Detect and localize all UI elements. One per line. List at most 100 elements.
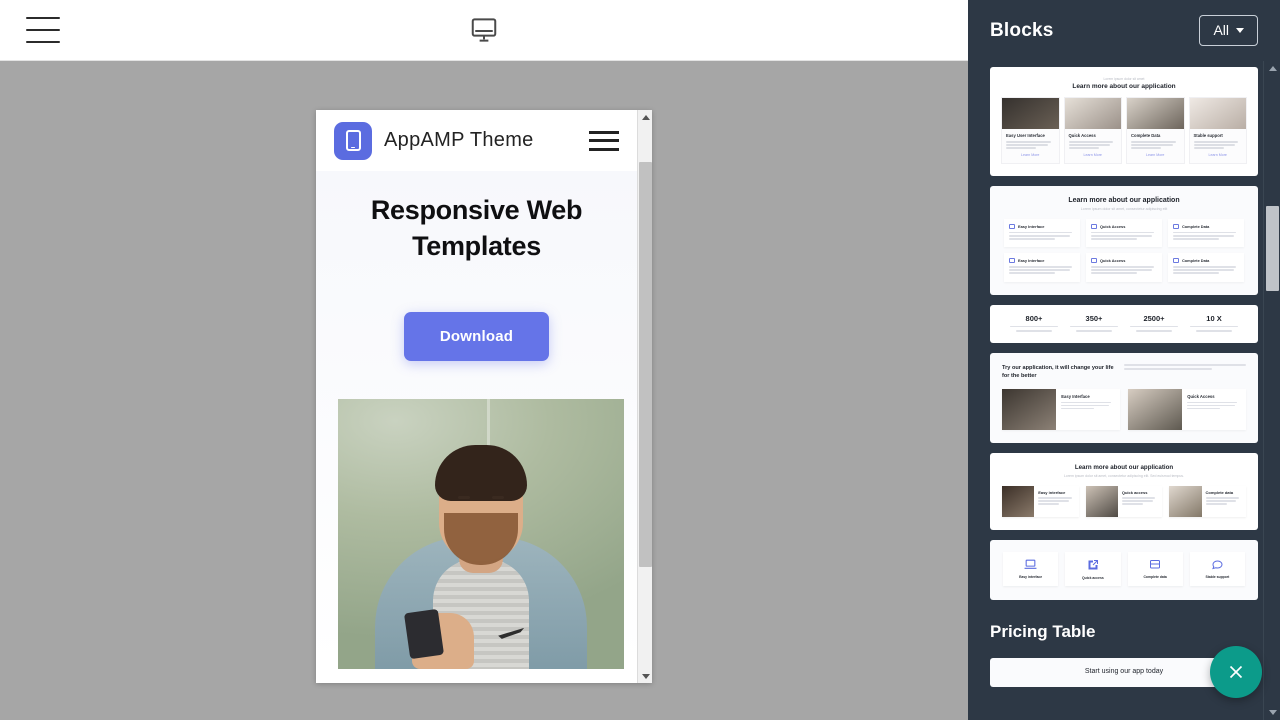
- counter-value: 800+: [1025, 313, 1043, 323]
- blocks-filter-label: All: [1213, 22, 1229, 38]
- external-link-icon: [1088, 559, 1098, 570]
- card-title: Stable support: [1205, 574, 1230, 579]
- card-title: Quick Access: [1187, 393, 1215, 399]
- preview-canvas: AppAMP Theme Responsive Web Templates Do…: [0, 61, 968, 720]
- external-link-icon: [1091, 258, 1097, 264]
- card-title: Quick access: [1082, 575, 1104, 580]
- blocks-panel: Blocks All Lorem ipsum dolor sit amet Le…: [968, 0, 1280, 720]
- block-card: Complete Data: [1168, 253, 1244, 282]
- block-card: Easy User Interface Learn More: [1002, 98, 1059, 163]
- block-subheading: Lorem ipsum dolor sit amet, consectetur …: [1080, 206, 1168, 211]
- device-preview-frame: AppAMP Theme Responsive Web Templates Do…: [316, 110, 652, 683]
- block-card: Easy Interface: [1002, 388, 1120, 430]
- chevron-down-icon[interactable]: [1264, 705, 1280, 720]
- block-card: Stable support: [1189, 551, 1245, 586]
- card-title: Easy Interface: [1061, 393, 1090, 399]
- preview-scrollbar[interactable]: [637, 110, 652, 683]
- close-panel-button[interactable]: [1210, 646, 1262, 698]
- card-title: Easy Interface: [1018, 258, 1045, 264]
- download-button[interactable]: Download: [403, 311, 550, 361]
- card-title: Quick access: [1121, 489, 1148, 495]
- blocks-section-label-pricing-table: Pricing Table: [990, 621, 1096, 641]
- counter-item: 2500+: [1124, 314, 1184, 334]
- card-title: Easy User Interface: [1006, 133, 1045, 138]
- block-card: Quick Access: [1128, 388, 1246, 430]
- card-title: Complete data: [1143, 574, 1167, 579]
- card-title: Quick Access: [1100, 223, 1126, 229]
- blocks-panel-header: Blocks All: [968, 0, 1280, 61]
- counter-item: 800+: [1004, 314, 1064, 334]
- card-title: Quick Access: [1068, 133, 1096, 138]
- card-title: Easy Interface: [1018, 223, 1045, 229]
- block-thumbnail-icon-tiles[interactable]: Easy interface Quick access Complete dat…: [990, 539, 1258, 600]
- blocks-panel-scrollbar-thumb[interactable]: [1266, 206, 1279, 291]
- block-heading: Learn more about our application: [1072, 83, 1176, 90]
- card-title: Easy interface: [1038, 489, 1066, 495]
- card-link: Learn More: [1083, 152, 1102, 157]
- counter-item: 350+: [1064, 314, 1124, 334]
- preview-scrollbar-thumb[interactable]: [639, 162, 652, 567]
- card-link: Learn More: [1208, 152, 1227, 157]
- card-title: Quick Access: [1100, 258, 1126, 264]
- blocks-filter-dropdown[interactable]: All: [1199, 15, 1258, 46]
- preview-hamburger-menu-icon[interactable]: [589, 130, 619, 151]
- counter-item: 10 X: [1184, 314, 1244, 334]
- hero-section: Responsive Web Templates Download: [316, 171, 637, 669]
- block-card: Complete Data: [1168, 218, 1244, 248]
- card-link: Learn More: [1146, 152, 1165, 157]
- caret-down-icon: [1236, 27, 1244, 33]
- preview-site-navbar: AppAMP Theme: [316, 110, 637, 171]
- block-card: Easy interface: [1003, 551, 1059, 586]
- block-card: Complete Data Learn More: [1127, 98, 1184, 163]
- hamburger-menu-icon[interactable]: [26, 17, 60, 43]
- block-thumbnail-features-image-cards[interactable]: Lorem ipsum dolor sit amet Learn more ab…: [990, 67, 1258, 176]
- block-card: Quick Access Learn More: [1064, 98, 1121, 163]
- block-card: Easy Interface: [1004, 253, 1080, 282]
- block-card: Quick Access: [1086, 218, 1162, 248]
- card-title: Complete Data: [1182, 258, 1210, 264]
- block-card: Quick access: [1065, 551, 1121, 586]
- block-eyebrow: Lorem ipsum dolor sit amet: [1103, 77, 1145, 81]
- blocks-list: Lorem ipsum dolor sit amet Learn more ab…: [990, 67, 1258, 687]
- brand-name: AppAMP Theme: [384, 129, 534, 151]
- blocks-panel-scrollbar[interactable]: [1263, 61, 1280, 720]
- block-thumbnail-try-our-application[interactable]: Try our application, it will change your…: [990, 353, 1258, 443]
- block-card: Stable support Learn More: [1189, 98, 1246, 163]
- block-thumbnail-counters[interactable]: 800+ 350+ 2500+ 10 X: [990, 304, 1258, 344]
- block-thumbnail-learn-more-three-cards[interactable]: Learn more about our application Lorem i…: [990, 452, 1258, 530]
- card-title: Easy interface: [1019, 574, 1043, 579]
- block-heading: Learn more about our application: [1074, 463, 1174, 471]
- block-heading: Try our application, it will change your…: [1002, 365, 1114, 380]
- mobile-phone-icon: [334, 121, 372, 160]
- block-thumbnail-features-icon-grid[interactable]: Learn more about our application Lorem i…: [990, 185, 1258, 295]
- block-card: Quick access: [1085, 485, 1163, 517]
- block-card: Complete data: [1169, 485, 1247, 517]
- hero-photo: [338, 398, 624, 669]
- block-card: Complete data: [1127, 551, 1183, 586]
- editor-area: AppAMP Theme Responsive Web Templates Do…: [0, 0, 968, 720]
- preview-viewport: AppAMP Theme Responsive Web Templates Do…: [316, 110, 637, 683]
- blocks-panel-body[interactable]: Lorem ipsum dolor sit amet Learn more ab…: [968, 61, 1280, 720]
- desktop-monitor-icon[interactable]: [464, 13, 504, 47]
- block-subheading: Lorem ipsum dolor sit amet, consectetur …: [1063, 473, 1185, 478]
- block-card: Easy Interface: [1004, 218, 1080, 248]
- chevron-up-icon[interactable]: [1264, 61, 1280, 76]
- database-icon: [1173, 223, 1179, 229]
- laptop-icon: [1009, 223, 1015, 229]
- card-title: Stable support: [1193, 133, 1223, 138]
- chevron-up-icon[interactable]: [638, 110, 652, 124]
- hero-heading: Responsive Web Templates: [370, 195, 583, 261]
- card-title: Complete Data: [1182, 223, 1210, 229]
- counter-value: 350+: [1085, 313, 1103, 323]
- database-icon: [1173, 258, 1179, 264]
- editor-topbar: [0, 0, 968, 61]
- chevron-down-icon[interactable]: [638, 669, 652, 683]
- card-title: Complete data: [1205, 489, 1234, 495]
- laptop-icon: [1024, 559, 1037, 569]
- app-root: AppAMP Theme Responsive Web Templates Do…: [0, 0, 1280, 720]
- counter-value: 10 X: [1206, 313, 1222, 323]
- card-link: Learn More: [1021, 152, 1040, 157]
- hero-cta-wrapper: Download: [338, 265, 615, 399]
- panel-title: Blocks: [990, 19, 1054, 41]
- block-card: Easy interface: [1002, 485, 1079, 517]
